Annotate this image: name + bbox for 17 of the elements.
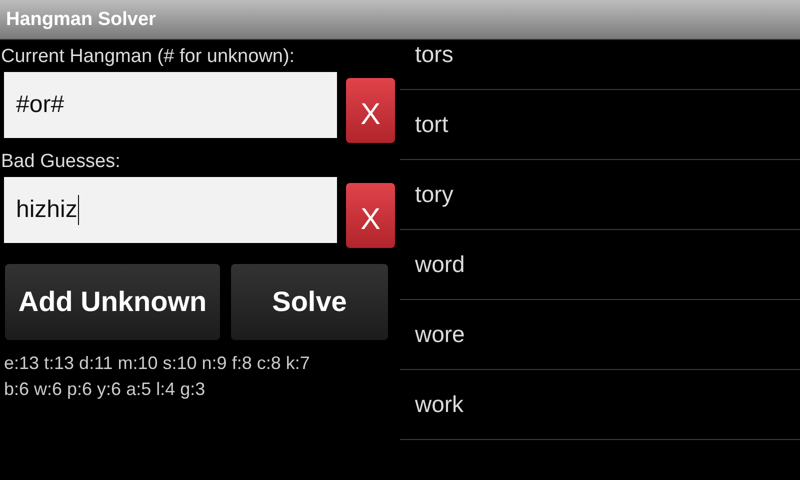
input-field[interactable]: #or# [4, 72, 337, 138]
result-row[interactable]: work [400, 370, 800, 440]
input-field[interactable]: hizhiz [4, 177, 337, 243]
solve-button[interactable]: Solve [231, 264, 388, 340]
letter-counts: e:13 t:13 d:11 m:10 s:10 n:9 f:8 c:8 k:7 [4, 352, 311, 375]
clear-button[interactable]: X [346, 78, 395, 143]
result-row[interactable]: tory [400, 160, 800, 230]
result-row[interactable]: tort [400, 90, 800, 160]
add-unknown-button[interactable]: Add Unknown [5, 264, 220, 340]
field-label: Current Hangman (# for unknown): [1, 45, 296, 69]
field-label: Bad Guesses: [1, 150, 122, 174]
result-row[interactable]: tors [400, 40, 800, 90]
result-row[interactable]: wore [400, 300, 800, 370]
clear-button[interactable]: X [346, 183, 395, 248]
window-title: Hangman Solver [6, 8, 156, 30]
letter-counts: b:6 w:6 p:6 y:6 a:5 l:4 g:3 [4, 378, 206, 401]
result-row[interactable]: word [400, 230, 800, 300]
